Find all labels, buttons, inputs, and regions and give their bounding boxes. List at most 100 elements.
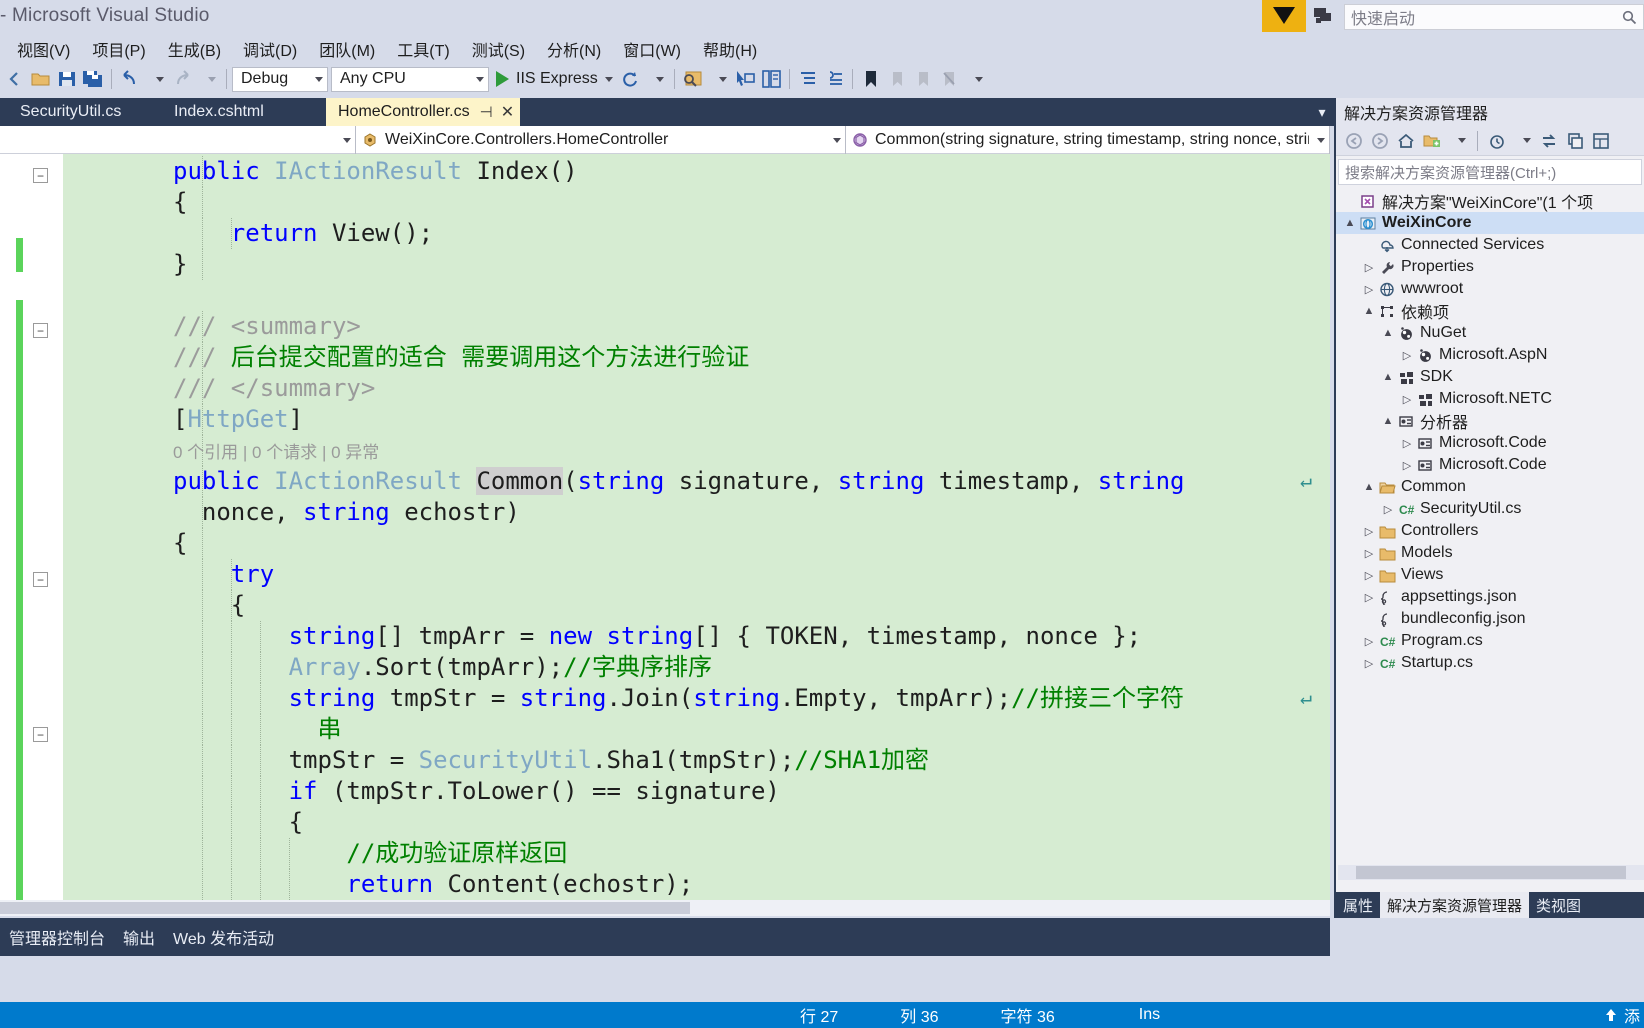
tree-expander-icon[interactable]: ▷ [1399, 437, 1415, 450]
tree-node[interactable]: ▲ Common [1336, 476, 1644, 498]
code-line[interactable]: /// 后台提交配置的适合 需要调用这个方法进行验证 [63, 342, 1330, 373]
bottom-tab-package-manager-console[interactable]: 管理器控制台 [0, 923, 114, 951]
code-line[interactable]: //成功验证原样返回 [63, 838, 1330, 869]
tree-expander-icon[interactable]: ▷ [1361, 525, 1377, 538]
find-icon[interactable] [680, 66, 706, 92]
pending-changes-dropdown-icon[interactable] [1511, 129, 1535, 153]
panel-tab-properties[interactable]: 属性 [1336, 892, 1380, 918]
sync-with-active-document-icon[interactable] [1537, 129, 1561, 153]
forward-icon[interactable] [1368, 129, 1392, 153]
home-icon[interactable] [1394, 129, 1418, 153]
clear-bookmarks-icon[interactable] [936, 66, 962, 92]
tree-node[interactable]: ▷ appsettings.json [1336, 586, 1644, 608]
editor-indicator-margin[interactable] [23, 154, 63, 900]
code-line[interactable]: { [63, 187, 1330, 218]
menu-item-project[interactable]: 项目(P) [81, 35, 156, 63]
tree-node[interactable]: ▲ SDK [1336, 366, 1644, 388]
solution-tree[interactable]: 解决方案"WeiXinCore"(1 个项 ▲ WeiXinCore Connecte… [1336, 188, 1644, 674]
menu-item-team[interactable]: 团队(M) [308, 35, 386, 63]
code-line[interactable]: /// </summary> [63, 373, 1330, 404]
open-folder-icon[interactable] [28, 66, 54, 92]
code-line[interactable]: } [63, 249, 1330, 280]
scrollbar-thumb[interactable] [0, 902, 690, 914]
tree-expander-icon[interactable]: ▷ [1361, 591, 1377, 604]
undo-dropdown-icon[interactable] [143, 66, 169, 92]
tab-overflow-icon[interactable]: ▾ [1310, 98, 1334, 126]
tree-node[interactable]: ▲ 依赖项 [1336, 300, 1644, 322]
codelens-indicator[interactable]: 0 个引用 | 0 个请求 | 0 异常 [173, 443, 379, 462]
tree-node[interactable]: ▷ Microsoft.Code [1336, 432, 1644, 454]
navigate-to-icon[interactable] [732, 66, 758, 92]
menu-item-tools[interactable]: 工具(T) [386, 35, 460, 63]
editor-horizontal-scrollbar[interactable] [0, 900, 1330, 916]
pin-icon[interactable]: ⊣ [480, 103, 493, 121]
menu-item-view[interactable]: 视图(V) [6, 35, 81, 63]
bottom-tab-output[interactable]: 输出 [114, 923, 164, 951]
code-line[interactable]: string[] tmpArr = new string[] { TOKEN, … [63, 621, 1330, 652]
tree-expander-icon[interactable]: ▷ [1361, 635, 1377, 648]
tree-expander-icon[interactable]: ▲ [1380, 371, 1396, 383]
redo-icon[interactable] [169, 66, 195, 92]
undo-icon[interactable] [117, 66, 143, 92]
code-line[interactable]: return View(); [63, 218, 1330, 249]
start-debugging-button[interactable]: IIS Express [492, 70, 617, 88]
scrollbar-thumb[interactable] [1356, 866, 1626, 879]
find-dropdown-icon[interactable] [706, 66, 732, 92]
tree-expander-icon[interactable]: ▷ [1361, 261, 1377, 274]
menu-item-build[interactable]: 生成(B) [157, 35, 232, 63]
bookmark-icon[interactable] [858, 66, 884, 92]
tree-node[interactable]: ▲ 分析器 [1336, 410, 1644, 432]
navbar-project-combo[interactable] [0, 126, 356, 154]
code-line[interactable]: string tmpStr = string.Join(string.Empty… [63, 683, 1330, 714]
solution-platform-combo[interactable]: Any CPU [331, 66, 489, 92]
prev-bookmark-icon[interactable] [884, 66, 910, 92]
close-icon[interactable]: ✕ [501, 102, 514, 122]
view-definition-icon[interactable] [758, 66, 784, 92]
tree-expander-icon[interactable]: ▷ [1399, 393, 1415, 406]
back-icon[interactable] [1342, 129, 1366, 153]
notification-icon[interactable] [1306, 0, 1340, 32]
code-line[interactable]: [HttpGet] [63, 404, 1330, 435]
tree-node[interactable]: ▷ Views [1336, 564, 1644, 586]
code-line[interactable]: 串 [63, 714, 1330, 745]
code-line[interactable]: nonce, string echostr) [63, 497, 1330, 528]
tree-node[interactable]: ▷ Microsoft.AspN [1336, 344, 1644, 366]
panel-tab-solution-explorer[interactable]: 解决方案资源管理器 [1380, 892, 1530, 918]
tab-securityutil-cs[interactable]: SecurityUtil.cs [8, 98, 158, 126]
tree-node[interactable]: ▷ Microsoft.Code [1336, 454, 1644, 476]
tree-expander-icon[interactable]: ▲ [1380, 327, 1396, 339]
feedback-funnel-icon[interactable] [1262, 0, 1306, 32]
outlining-collapse-toggle[interactable]: − [33, 168, 48, 183]
tree-expander-icon[interactable]: ▷ [1361, 283, 1377, 296]
navigate-back-icon[interactable] [2, 66, 28, 92]
menu-item-debug[interactable]: 调试(D) [232, 35, 308, 63]
tree-node[interactable]: ▷ Controllers [1336, 520, 1644, 542]
tree-expander-icon[interactable]: ▷ [1380, 503, 1396, 516]
tree-expander-icon[interactable]: ▷ [1399, 349, 1415, 362]
tab-homecontroller-cs[interactable]: HomeController.cs ⊣ ✕ [326, 98, 520, 126]
menu-item-analyze[interactable]: 分析(N) [536, 35, 612, 63]
redo-dropdown-icon[interactable] [195, 66, 221, 92]
new-folder-icon[interactable] [1420, 129, 1444, 153]
tree-node[interactable]: ▷ Models [1336, 542, 1644, 564]
next-bookmark-icon[interactable] [910, 66, 936, 92]
tree-node[interactable]: ▷ Microsoft.NETC [1336, 388, 1644, 410]
quick-launch-input[interactable]: 快速启动 [1344, 4, 1644, 30]
code-line[interactable]: return Content(echostr); [63, 869, 1330, 900]
solution-explorer-search-input[interactable]: 搜索解决方案资源管理器(Ctrl+;) [1338, 159, 1642, 185]
bottom-tab-web-publish-activity[interactable]: Web 发布活动 [164, 923, 283, 951]
code-line[interactable]: if (tmpStr.ToLower() == signature) [63, 776, 1330, 807]
tree-node[interactable]: ▲ NuGet [1336, 322, 1644, 344]
new-folder-dropdown-icon[interactable] [1446, 129, 1470, 153]
collapse-all-icon[interactable] [1563, 129, 1587, 153]
tree-expander-icon[interactable]: ▷ [1399, 459, 1415, 472]
uncomment-icon[interactable] [821, 66, 847, 92]
code-line[interactable]: try [63, 559, 1330, 590]
refresh-dropdown-icon[interactable] [643, 66, 669, 92]
pending-changes-icon[interactable] [1485, 129, 1509, 153]
code-line[interactable]: public IActionResult Index() [63, 156, 1330, 187]
navbar-type-combo[interactable]: WeiXinCore.Controllers.HomeController [356, 126, 846, 154]
code-line[interactable]: { [63, 528, 1330, 559]
refresh-icon[interactable] [617, 66, 643, 92]
properties-icon[interactable] [1589, 129, 1613, 153]
